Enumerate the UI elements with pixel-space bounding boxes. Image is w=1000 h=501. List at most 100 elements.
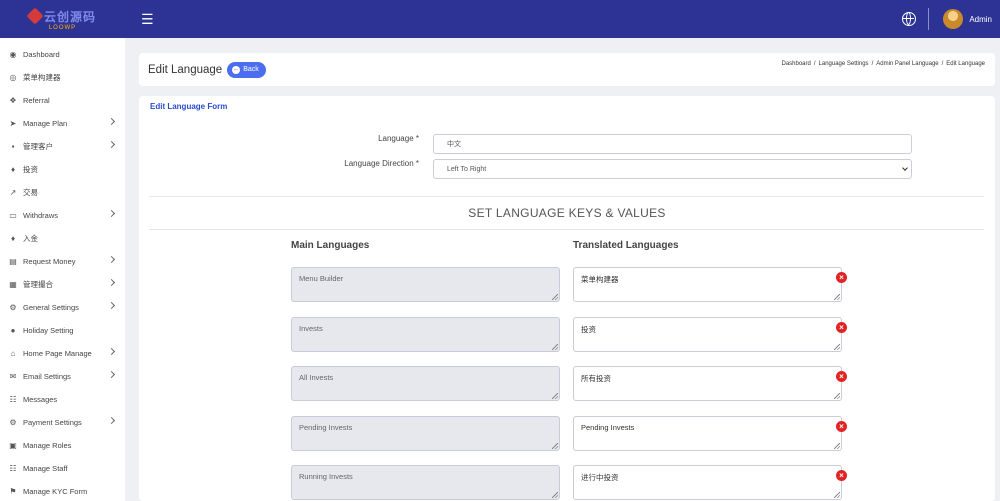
request-money-icon: ▤ (9, 257, 17, 266)
breadcrumb-admin-panel-language[interactable]: Admin Panel Language (876, 61, 938, 67)
sidebar-item[interactable]: ◉ Dashboard (0, 43, 125, 66)
kyc-icon: ⚑ (9, 487, 17, 496)
chevron-right-icon (107, 209, 116, 218)
hamburger-menu-icon[interactable]: ☰ (141, 11, 154, 28)
resize-handle-icon[interactable] (552, 442, 558, 449)
language-key-field: All Invests (291, 366, 560, 401)
chevron-right-icon (107, 278, 116, 287)
sidebar-item[interactable]: ⚙ General Settings (0, 296, 125, 319)
chevron-right-icon (107, 370, 116, 379)
back-button-label: Back (243, 66, 259, 73)
sidebar-item-label: Manage Staff (23, 464, 68, 473)
language-key-text: Pending Invests (299, 422, 353, 432)
resize-handle-icon[interactable] (552, 294, 558, 300)
translated-value-textarea[interactable]: 所有投资 (573, 366, 842, 401)
arrow-left-icon: ← (232, 65, 241, 74)
settings-icon: ⚙ (9, 303, 17, 312)
sidebar-item[interactable]: ▦ 管理撮合 (0, 273, 125, 296)
translated-value-text: 进行中投资 (581, 473, 619, 482)
brand-logo[interactable]: 云创源码 LOOWP (0, 0, 125, 38)
sidebar-item-label: 入金 (23, 234, 38, 243)
sidebar-item-label: Manage Plan (23, 119, 68, 128)
sidebar-item[interactable]: ▣ Manage Roles (0, 434, 125, 457)
delete-row-icon[interactable]: × (836, 420, 847, 432)
sidebar-item[interactable]: ↗ 交易 (0, 181, 125, 204)
resize-handle-icon[interactable] (834, 294, 840, 300)
back-button[interactable]: ← Back (227, 61, 266, 78)
sidebar-item[interactable]: ✉ Email Settings (0, 365, 125, 388)
divider (149, 229, 984, 230)
avatar[interactable] (943, 9, 964, 29)
admin-name[interactable]: Admin (969, 15, 992, 24)
sidebar-item[interactable]: ☷ Messages (0, 388, 125, 411)
sidebar-item-label: 管理撮合 (23, 280, 53, 289)
user-icon: ▪ (11, 142, 15, 151)
sidebar-item-label: Messages (23, 395, 58, 404)
delete-row-icon[interactable]: × (836, 272, 847, 283)
resize-handle-icon[interactable] (834, 492, 840, 498)
delete-row-icon[interactable]: × (836, 371, 847, 382)
translated-value-text: 投资 (581, 324, 596, 334)
sidebar-item[interactable]: ◎ 菜单构建器 (0, 66, 125, 89)
direction-select[interactable]: Left To Right (433, 159, 912, 179)
chevron-right-icon (107, 301, 116, 310)
translated-value-textarea[interactable]: 进行中投资 (573, 465, 842, 500)
breadcrumb-current: Edit Language (946, 61, 985, 67)
top-navbar: 云创源码 LOOWP ☰ Admin (0, 0, 1000, 38)
staff-icon: ☷ (9, 464, 17, 473)
sidebar-item[interactable]: ☷ Manage Staff (0, 457, 125, 480)
sidebar-item-label: General Settings (23, 303, 79, 312)
resize-handle-icon[interactable] (552, 343, 558, 350)
sidebar-item[interactable]: ♦ 投资 (0, 158, 125, 181)
translated-value-textarea[interactable]: 投资 (573, 316, 842, 352)
translated-value-textarea[interactable]: Pending Invests (573, 415, 842, 451)
resize-handle-icon[interactable] (834, 393, 840, 399)
delete-row-icon[interactable]: × (836, 321, 847, 333)
direction-label: Language Direction * (344, 159, 419, 168)
sidebar-item-label: Withdraws (23, 211, 59, 220)
delete-row-icon[interactable]: × (836, 470, 847, 481)
page-title: Edit Language (148, 63, 223, 76)
sidebar-item[interactable]: ⚙ Payment Settings (0, 411, 125, 434)
sidebar-item[interactable]: ▪ 管理客户 (0, 135, 125, 158)
resize-handle-icon[interactable] (552, 492, 558, 498)
chevron-right-icon (107, 416, 116, 425)
sidebar-item-label: Email Settings (23, 372, 71, 381)
sidebar-item[interactable]: ➤ Manage Plan (0, 112, 125, 135)
sidebar-item[interactable]: ▭ Withdraws (0, 204, 125, 227)
language-key-text: Running Invests (299, 472, 353, 481)
resize-handle-icon[interactable] (834, 343, 840, 350)
translated-value-text: 菜单构建器 (581, 275, 619, 284)
language-key-field: Pending Invests (291, 415, 560, 451)
translated-value-textarea[interactable]: 菜单构建器 (573, 267, 842, 302)
roles-icon: ▣ (9, 441, 17, 450)
language-name-input[interactable]: 中文 (433, 134, 912, 154)
messages-icon: ☷ (9, 395, 17, 404)
sidebar-item[interactable]: ♦ 入金 (0, 227, 125, 250)
sidebar-item-label: Payment Settings (23, 418, 82, 427)
home-page-icon: ⌂ (10, 349, 16, 358)
breadcrumb-language-settings[interactable]: Language Settings (819, 61, 869, 67)
invest-icon: ♦ (10, 165, 16, 174)
language-key-text: Menu Builder (299, 274, 344, 283)
sidebar-item[interactable]: ● Holiday Setting (0, 319, 125, 342)
sidebar-item-label: 管理客户 (23, 142, 53, 151)
page-header: Edit Language ← Back Dashboard / Language … (139, 53, 995, 86)
sidebar-item-label: Dashboard (23, 50, 60, 59)
sidebar-item[interactable]: ⚑ Manage KYC Form (0, 480, 125, 501)
chart-icon: ↗ (9, 188, 17, 197)
sidebar-item[interactable]: ⌂ Home Page Manage (0, 342, 125, 365)
chevron-right-icon (107, 347, 116, 356)
sidebar-item[interactable]: ▤ Request Money (0, 250, 125, 273)
chevron-right-icon (107, 140, 116, 149)
email-icon: ✉ (9, 372, 17, 381)
main-languages-heading: Main Languages (291, 240, 370, 251)
resize-handle-icon[interactable] (834, 442, 840, 449)
resize-handle-icon[interactable] (552, 393, 558, 399)
language-key-text: Invests (299, 323, 323, 333)
divider (928, 8, 930, 30)
language-key-field: Running Invests (291, 465, 560, 500)
language-globe-icon[interactable] (902, 12, 917, 26)
sidebar-item[interactable]: ❖ Referral (0, 89, 125, 112)
breadcrumb-dashboard[interactable]: Dashboard (781, 61, 810, 67)
